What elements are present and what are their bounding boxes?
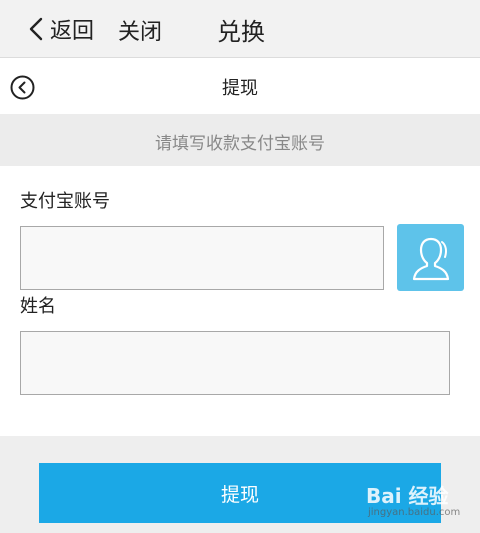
hint-text: 请填写收款支付宝账号 xyxy=(155,134,325,154)
contact-picker-button[interactable] xyxy=(397,224,464,291)
alipay-account-input[interactable] xyxy=(20,226,384,290)
withdraw-submit-button[interactable]: 提现 xyxy=(39,463,441,523)
chevron-left-icon xyxy=(29,17,43,41)
contact-person-icon xyxy=(412,237,449,280)
name-input[interactable] xyxy=(20,331,450,395)
withdraw-form: 支付宝账号 姓名 xyxy=(0,166,480,436)
page-header: 提现 xyxy=(0,58,480,114)
top-nav-bar: 返回 关闭 兑换 xyxy=(0,0,480,58)
alipay-account-label: 支付宝账号 xyxy=(20,191,110,212)
back-button[interactable]: 返回 xyxy=(28,13,94,45)
close-button[interactable]: 关闭 xyxy=(118,14,162,46)
name-label: 姓名 xyxy=(20,296,56,317)
hint-bar: 请填写收款支付宝账号 xyxy=(0,114,480,166)
back-label: 返回 xyxy=(50,19,95,44)
page-title: 提现 xyxy=(222,78,258,99)
